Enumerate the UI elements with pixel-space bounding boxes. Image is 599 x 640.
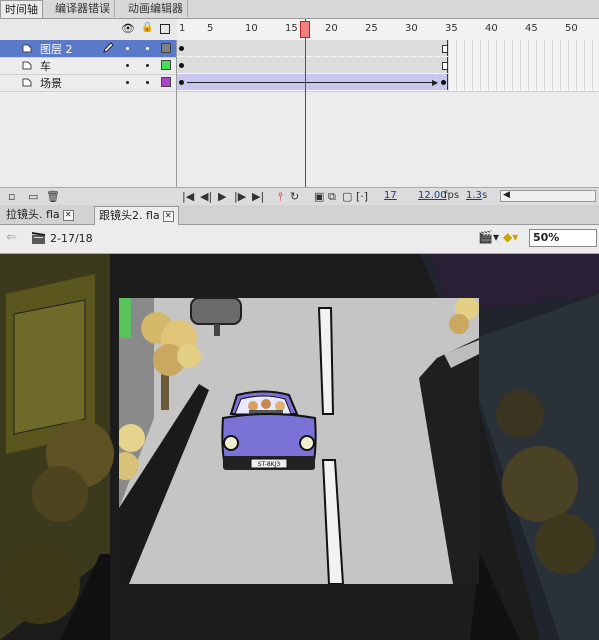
scene-icon — [32, 232, 45, 244]
motion-tween-span[interactable]: ▶ — [177, 74, 448, 90]
tab-timeline[interactable]: 时间轴 — [0, 0, 43, 18]
tab-compiler-errors[interactable]: 编译器错误 — [51, 0, 115, 17]
timeline-panel: 👁 🔒 图层 2 车 场景 1 5 10 15 20 25 30 35 40 4… — [0, 19, 599, 187]
current-frame-value[interactable]: 17 — [384, 190, 397, 201]
scene-artwork: ST-8KJ3 — [119, 298, 479, 584]
edit-symbols-icon[interactable]: ◆▾ — [503, 230, 518, 244]
step-forward-icon[interactable]: |▶ — [234, 190, 246, 203]
goto-last-frame-icon[interactable]: ▶| — [252, 190, 264, 203]
back-arrow-icon[interactable]: ⇐ — [6, 230, 17, 245]
close-icon[interactable]: ✕ — [62, 210, 74, 221]
doc-tab-label: 跟镜头2. fla — [99, 209, 160, 222]
ruler-mark: 25 — [365, 23, 378, 34]
doc-tab[interactable]: 拉镜头. fla ✕ — [2, 206, 78, 224]
frame-row[interactable] — [177, 57, 599, 75]
lock-icon[interactable]: 🔒 — [141, 22, 153, 33]
layer-header: 👁 🔒 — [0, 19, 176, 41]
playhead-line — [305, 19, 306, 187]
fps-value[interactable]: 12.00 — [418, 190, 447, 201]
onion-outline-icon[interactable]: ⧉ — [328, 190, 336, 204]
loop-icon[interactable]: ↻ — [290, 190, 299, 203]
step-back-icon[interactable]: ◀| — [200, 190, 212, 203]
delete-layer-icon[interactable]: 🗑 — [46, 190, 60, 203]
fps-unit: fps — [444, 190, 460, 201]
elapsed-time-value[interactable]: 1.3 — [466, 190, 482, 201]
layer-name: 车 — [40, 60, 51, 73]
layer-icon — [22, 44, 32, 53]
doc-tab-label: 拉镜头. fla — [6, 208, 60, 221]
license-plate: ST-8KJ3 — [258, 461, 281, 468]
edit-scene-icon[interactable]: 🎬▾ — [478, 230, 499, 244]
onion-skin-icon[interactable]: ▣ — [314, 190, 324, 203]
ruler-mark: 15 — [285, 23, 298, 34]
goto-first-frame-icon[interactable]: |◀ — [182, 190, 194, 203]
layer-row[interactable]: 场景 — [0, 74, 176, 92]
layer-name: 场景 — [40, 77, 62, 90]
doc-tab[interactable]: 跟镜头2. fla ✕ — [94, 206, 179, 225]
layer-list: 图层 2 车 场景 — [0, 40, 177, 187]
scene-breadcrumb[interactable]: 2-17/18 — [50, 232, 93, 245]
ruler-mark: 5 — [207, 23, 214, 34]
layer-icon — [22, 78, 32, 87]
ruler-mark: 35 — [445, 23, 458, 34]
panel-tab-bar: 时间轴 编译器错误 动画编辑器 — [0, 0, 599, 19]
layer-color-swatch[interactable] — [161, 77, 171, 87]
outline-icon[interactable] — [160, 24, 170, 34]
time-unit: s — [482, 190, 488, 201]
ruler-mark: 20 — [325, 23, 338, 34]
layer-row[interactable]: 图层 2 — [0, 40, 176, 58]
frame-row[interactable] — [177, 40, 599, 58]
edit-bar: ⇐ 2-17/18 🎬▾ ◆▾ 50% — [0, 225, 599, 254]
document-tabs: 拉镜头. fla ✕ 跟镜头2. fla ✕ — [0, 205, 599, 225]
ruler-mark: 50 — [565, 23, 578, 34]
tab-motion-editor[interactable]: 动画编辑器 — [124, 0, 188, 17]
frame-ruler[interactable]: 1 5 10 15 20 25 30 35 40 45 50 — [177, 19, 599, 41]
stage-canvas[interactable]: ST-8KJ3 — [119, 298, 479, 584]
play-icon[interactable]: ▶ — [218, 190, 226, 203]
layer-color-swatch[interactable] — [161, 60, 171, 70]
frame-grid[interactable]: ▶ — [177, 40, 599, 187]
center-frame-icon[interactable]: ⫯ — [278, 190, 283, 204]
layer-row[interactable]: 车 — [0, 57, 176, 75]
new-layer-icon[interactable]: ▫ — [8, 190, 15, 203]
timeline-toolbar: ▫ ▭ 🗑 |◀ ◀| ▶ |▶ ▶| ⫯ ↻ ▣ ⧉ ▢ [·] 17 12.… — [0, 187, 599, 205]
zoom-field[interactable]: 50% — [529, 229, 597, 247]
layer-name: 图层 2 — [40, 43, 73, 56]
ruler-mark: 10 — [245, 23, 258, 34]
eye-icon[interactable]: 👁 — [121, 22, 135, 35]
ruler-mark: 45 — [525, 23, 538, 34]
layer-icon — [22, 61, 32, 70]
close-icon[interactable]: ✕ — [162, 211, 174, 222]
ruler-mark: 40 — [485, 23, 498, 34]
ruler-mark: 30 — [405, 23, 418, 34]
frame-row[interactable]: ▶ — [177, 74, 599, 92]
edit-multiple-icon[interactable]: ▢ — [342, 190, 352, 203]
new-folder-icon[interactable]: ▭ — [28, 190, 38, 203]
scroll-left-icon[interactable]: ◀ — [503, 190, 510, 200]
ruler-mark: 1 — [179, 23, 186, 34]
onion-markers-icon[interactable]: [·] — [356, 190, 368, 203]
layer-color-swatch[interactable] — [161, 43, 171, 53]
timeline-scrollbar[interactable]: ◀ — [500, 190, 596, 202]
playhead-handle[interactable] — [300, 21, 310, 38]
pencil-icon — [103, 42, 114, 53]
